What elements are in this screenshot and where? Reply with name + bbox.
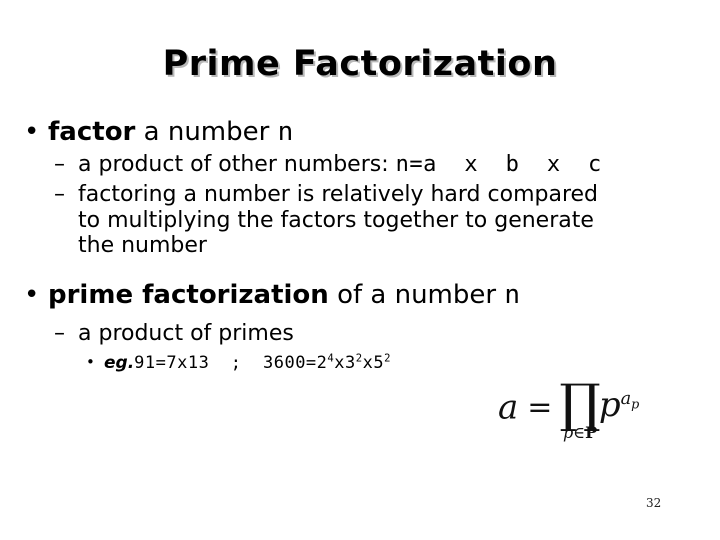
example-prime-factorizations: • eg.91=7x13 ; 3600=24x32x52 [0, 353, 720, 373]
bullet-marker-icon: • [24, 117, 40, 147]
example-formula-part-a: 91=7x13 ; 3600=2 [134, 352, 328, 373]
equation-product-index: p∈P [559, 422, 600, 442]
index-variable: p [563, 422, 574, 442]
exponent-subscript: p [631, 396, 640, 412]
subbullet-product-of-other-numbers: – a product of other numbers: n=a x b x c [0, 152, 720, 178]
equation-exponent: ap [620, 389, 640, 412]
subbullet-primes-text: a product of primes [78, 321, 294, 347]
dash-marker-icon: – [54, 321, 65, 347]
equation-base: p [598, 385, 621, 426]
page-number: 32 [646, 496, 662, 510]
index-set: P [585, 422, 598, 442]
formula-n-equals-a-x-b-x-c: n=a x b x c [395, 152, 602, 178]
dash-marker-icon: – [54, 181, 65, 207]
bullet-marker-icon: • [86, 352, 95, 371]
equation-lhs: a [498, 387, 519, 428]
prime-factorization-equation: a = ∏ p∈P pap [498, 378, 639, 440]
equation-base-term: pap [599, 385, 639, 425]
product-symbol-icon: ∏ [559, 374, 601, 434]
example-formula: 91=7x13 ; 3600=24x32x52 [134, 353, 391, 373]
subbullet-hard-line1: factoring a number is relatively hard co… [78, 181, 599, 207]
example-formula-part-c: x5 [362, 352, 385, 373]
bullet-prime-factorization: • prime factorization of a number n [0, 281, 720, 309]
bullet-prime-text: of a number [328, 280, 505, 311]
bullet-factor-text: a number [135, 117, 278, 147]
bullet-prime-term: prime factorization [48, 280, 329, 311]
equation-equals-sign: = [527, 389, 553, 425]
example-label: eg. [104, 352, 135, 373]
bullet-marker-icon: • [24, 280, 40, 311]
bullet-factor-term: factor [48, 117, 136, 147]
slide-canvas: Prime Factorization • factor a number n –… [0, 0, 720, 540]
bullet-prime-variable: n [504, 280, 521, 311]
equation-product-operator: ∏ p∈P [559, 374, 601, 442]
example-exponent-b: 2 [355, 352, 363, 365]
page-title: Prime Factorization [162, 44, 558, 84]
subbullet-factoring-is-hard: – factoring a number is relatively hard c… [0, 182, 720, 259]
example-exponent-c: 2 [384, 352, 391, 365]
subbullet-hard-line3: the number [78, 233, 207, 259]
subbullet-product-of-primes: – a product of primes [0, 321, 720, 347]
subbullet-hard-line2: to multiplying the factors together to g… [78, 207, 594, 233]
bullet-factor-variable: n [277, 117, 294, 147]
slide-body: • factor a number n – a product of other n… [0, 118, 720, 373]
exponent-base: a [620, 389, 632, 410]
subbullet-product-text: a product of other numbers: [78, 152, 396, 178]
example-formula-part-b: x3 [334, 352, 356, 373]
bullet-factor-a-number: • factor a number n [0, 118, 720, 146]
dash-marker-icon: – [54, 152, 65, 178]
element-of-icon: ∈ [573, 422, 586, 442]
